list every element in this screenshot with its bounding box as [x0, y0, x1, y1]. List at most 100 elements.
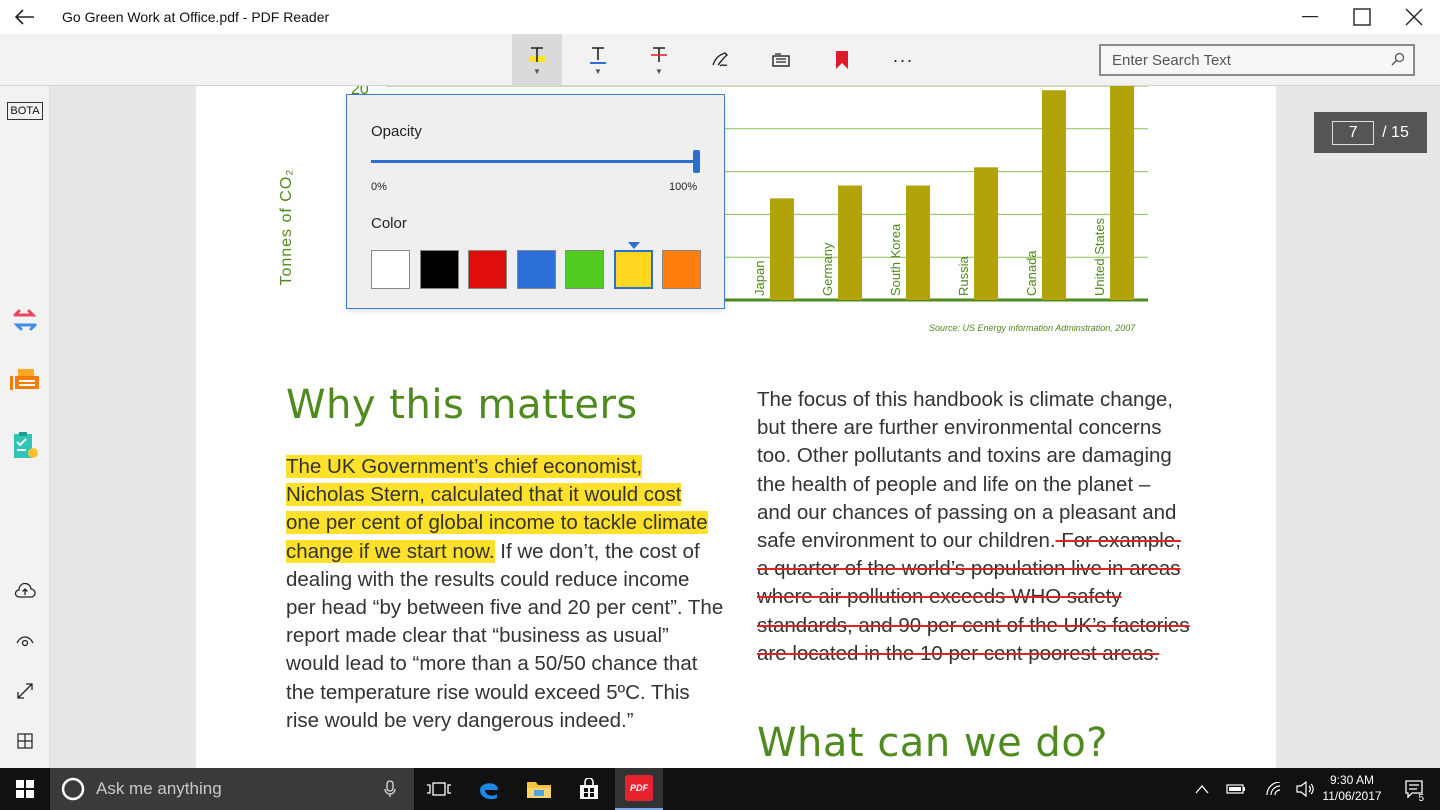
bookmark-icon[interactable]	[817, 34, 867, 86]
chart-category-label: Russia	[956, 255, 971, 296]
chart-bar-canada	[1042, 90, 1066, 300]
highlighted-text[interactable]: change if we start now.	[286, 539, 495, 563]
highlighted-text[interactable]: The UK Government’s chief economist,	[286, 455, 643, 478]
chart-category-label: United States	[1092, 217, 1107, 296]
battery-icon[interactable]	[1216, 768, 1256, 810]
body-text: safe environment to our children.	[757, 529, 1056, 553]
store-icon[interactable]	[565, 768, 613, 810]
color-swatch[interactable]	[371, 250, 410, 289]
chart-category-label: Japan	[752, 261, 767, 296]
grid-icon[interactable]	[0, 723, 50, 759]
body-text: per head “by between five and 20 per cen…	[286, 596, 724, 620]
window-title: Go Green Work at Office.pdf - PDF Reader	[62, 9, 330, 25]
chart-bar-japan	[770, 198, 794, 300]
bota-button[interactable]: BOTA	[0, 93, 50, 129]
body-text: the temperature rise would exceed 5ºC. T…	[286, 680, 690, 704]
edge-browser-icon[interactable]	[465, 768, 513, 810]
windows-taskbar: Ask me anything PDF 9:30 AM 11/06/2017 5	[0, 768, 1440, 810]
highlighted-text[interactable]: one per cent of global income to tackle …	[286, 511, 708, 535]
strikeout-text[interactable]: are located in the 10 per cent poorest a…	[757, 640, 1227, 668]
pdf-reader-app-icon[interactable]: PDF	[615, 768, 663, 810]
maximize-icon[interactable]	[1336, 0, 1388, 34]
right-paragraph: The focus of this handbook is climate ch…	[757, 386, 1227, 668]
cortana-search-text: Ask me anything	[96, 779, 222, 798]
chart-category-label: Canada	[1024, 250, 1039, 296]
windows-start-icon[interactable]	[0, 768, 50, 810]
color-swatch[interactable]	[419, 250, 459, 289]
chart-category-label: Germany	[820, 242, 835, 296]
notification-count: 5	[1418, 793, 1424, 804]
microphone-icon[interactable]	[384, 780, 396, 798]
clock-date: 11/06/2017	[1322, 789, 1382, 803]
opacity-slider-thumb[interactable]	[693, 150, 700, 173]
cortana-search-box[interactable]: Ask me anything	[50, 768, 414, 810]
clipboard-check-icon[interactable]	[0, 427, 50, 463]
page-indicator: 7 / 15	[1314, 112, 1427, 153]
highlight-properties-popup: Opacity 0% 100% Color	[346, 94, 725, 309]
chart-bar-united-states	[1110, 86, 1134, 300]
close-icon[interactable]	[1388, 0, 1440, 34]
clock[interactable]: 9:30 AM 11/06/2017	[1318, 772, 1386, 804]
minimize-icon[interactable]	[1284, 0, 1336, 34]
highlight-text-icon[interactable]: ▼	[512, 34, 562, 86]
pdf-app-label: PDF	[625, 775, 653, 801]
chart-bar-germany	[838, 185, 862, 300]
color-label: Color	[371, 215, 407, 232]
color-swatch[interactable]	[516, 250, 556, 289]
strikeout-text[interactable]: a quarter of the world’s population live…	[757, 555, 1227, 583]
left-sidebar: BOTA	[0, 86, 50, 768]
chart-bar-south-korea	[906, 185, 930, 300]
convert-icon[interactable]	[0, 302, 50, 338]
strikeout-text[interactable]: standards, and 90 per cent of the UK’s f…	[757, 612, 1227, 640]
body-text: and our chances of passing on a pleasant…	[757, 500, 1177, 524]
page-total: / 15	[1382, 123, 1409, 141]
arrow-left-icon[interactable]	[0, 0, 50, 34]
chart-y-axis-label: Tonnes of CO₂	[278, 168, 295, 286]
strikeout-text-icon[interactable]: ▼	[634, 34, 684, 86]
eye-icon[interactable]	[0, 623, 50, 659]
body-text: dealing with the results could reduce in…	[286, 567, 690, 591]
search-input[interactable]: Enter Search Text	[1099, 44, 1415, 76]
freehand-pen-icon[interactable]	[695, 34, 745, 86]
strikeout-text[interactable]: For example,	[1056, 529, 1181, 552]
heading-what-can-we-do: What can we do?	[757, 720, 1109, 766]
body-text: would lead to “more than a 50/50 chance …	[286, 652, 698, 676]
opacity-min-label: 0%	[371, 181, 387, 193]
expand-icon[interactable]	[0, 673, 50, 709]
body-text: If we don’t, the cost of	[494, 539, 700, 563]
more-icon[interactable]: ···	[878, 34, 928, 86]
underline-text-icon[interactable]: ▼	[573, 34, 623, 86]
page-number-input[interactable]: 7	[1332, 120, 1375, 145]
color-swatch[interactable]	[662, 250, 701, 289]
title-bar: Go Green Work at Office.pdf - PDF Reader	[0, 0, 1440, 34]
chart-bar-russia	[974, 167, 998, 300]
task-view-icon[interactable]	[415, 768, 463, 810]
body-text: but there are further environmental conc…	[757, 416, 1162, 440]
strikeout-text[interactable]: where air pollution exceeds WHO safety	[757, 583, 1227, 611]
highlighted-text[interactable]: Nicholas Stern, calculated that it would…	[286, 483, 682, 507]
file-explorer-icon[interactable]	[515, 768, 563, 810]
left-paragraph: The UK Government’s chief economist, Nic…	[286, 453, 746, 735]
opacity-max-label: 100%	[669, 181, 698, 193]
opacity-slider-track[interactable]	[371, 160, 697, 163]
color-swatch[interactable]	[613, 250, 653, 289]
fax-icon[interactable]	[0, 362, 50, 398]
opacity-label: Opacity	[371, 123, 422, 140]
heading-why-this-matters: Why this matters	[286, 382, 638, 428]
clock-time: 9:30 AM	[1329, 773, 1375, 787]
body-text: the health of people and life on the pla…	[757, 472, 1151, 496]
search-icon[interactable]	[1383, 52, 1413, 69]
body-text: The focus of this handbook is climate ch…	[757, 388, 1173, 411]
action-center-icon[interactable]: 5	[1392, 768, 1436, 810]
bota-label: BOTA	[7, 102, 43, 120]
color-swatch[interactable]	[468, 250, 507, 289]
search-placeholder: Enter Search Text	[1112, 51, 1231, 69]
body-text: too. Other pollutants and toxins are dam…	[757, 444, 1172, 468]
chart-category-label: South Korea	[888, 223, 903, 296]
body-text: report made clear that “business as usua…	[286, 624, 669, 648]
selected-color-marker	[628, 242, 640, 249]
stamp-icon[interactable]	[756, 34, 806, 86]
body-text: rise would be very dangerous indeed.”	[286, 708, 634, 732]
color-swatch[interactable]	[565, 250, 604, 289]
cloud-upload-icon[interactable]	[0, 573, 50, 609]
